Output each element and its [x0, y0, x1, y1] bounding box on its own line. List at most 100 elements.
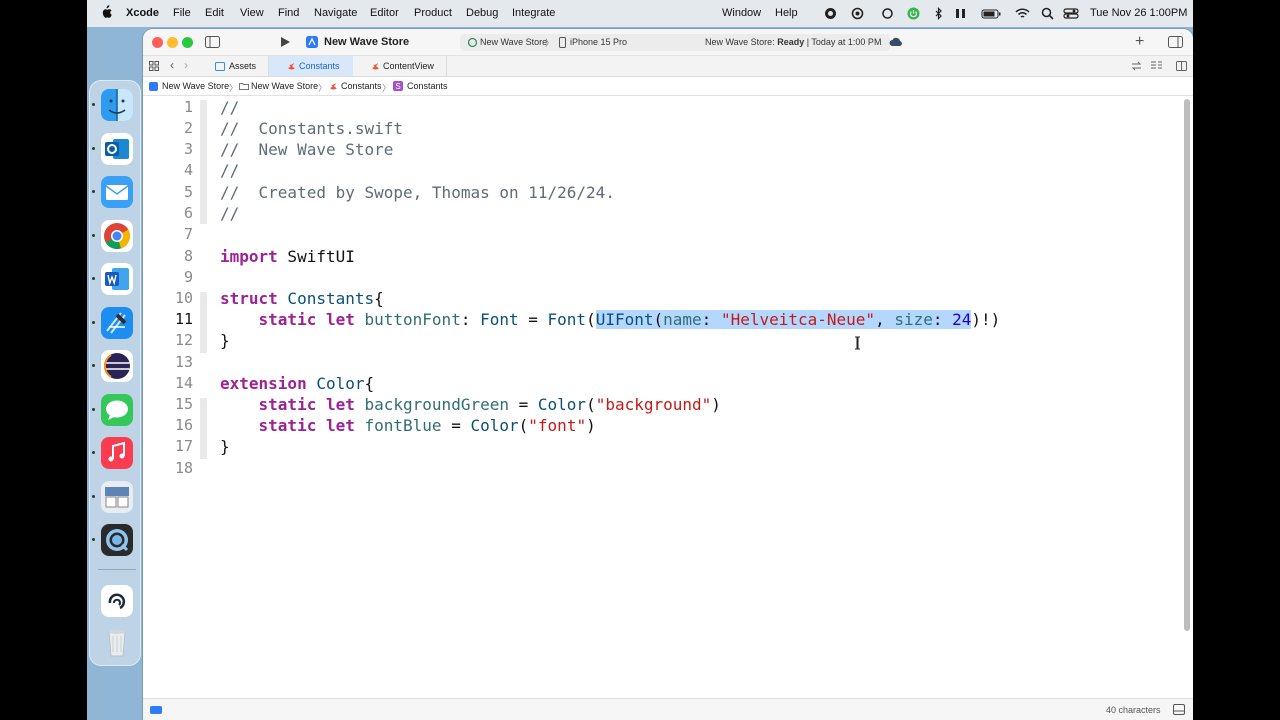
- related-items-icon[interactable]: [1131, 61, 1142, 71]
- eclipse-icon[interactable]: [101, 350, 133, 382]
- line-number[interactable]: 15: [143, 395, 193, 413]
- zoom-button[interactable]: [182, 37, 193, 48]
- mail-icon[interactable]: [101, 176, 133, 208]
- music-icon[interactable]: [101, 437, 133, 469]
- sync-icon[interactable]: [881, 7, 894, 20]
- word-icon[interactable]: [101, 263, 133, 295]
- line-number[interactable]: 17: [143, 437, 193, 455]
- menu-navigate[interactable]: Navigate: [314, 7, 357, 19]
- menu-help[interactable]: Help: [775, 7, 798, 19]
- menu-debug[interactable]: Debug: [466, 7, 498, 19]
- menu-integrate[interactable]: Integrate: [512, 7, 555, 19]
- code-line-4[interactable]: //: [220, 161, 239, 180]
- quicktime-icon[interactable]: [101, 524, 133, 556]
- menu-edit[interactable]: Edit: [205, 7, 224, 19]
- breadcrumb-symbol[interactable]: Constants: [407, 81, 448, 91]
- search-icon[interactable]: [1041, 7, 1054, 20]
- code-line-12[interactable]: }: [220, 331, 230, 350]
- code-line-2[interactable]: // Constants.swift: [220, 119, 403, 138]
- breadcrumb-file[interactable]: Constants: [341, 81, 382, 91]
- cloud-icon[interactable]: [889, 37, 903, 47]
- outlook-icon[interactable]: [101, 133, 133, 165]
- line-number[interactable]: 12: [143, 331, 193, 349]
- menu-editor[interactable]: Editor: [370, 7, 399, 19]
- line-number[interactable]: 13: [143, 353, 193, 371]
- code-line-15[interactable]: static let backgroundGreen = Color("back…: [220, 395, 721, 414]
- line-number[interactable]: 14: [143, 374, 193, 392]
- line-number[interactable]: 10: [143, 289, 193, 307]
- messages-icon[interactable]: [101, 394, 133, 426]
- finder-icon[interactable]: [101, 89, 133, 121]
- code-editor[interactable]: 1 2 3 4 5 6 7 8 9 10 11 12 13 14 15 16 17 18 // // Consta…: [143, 96, 1183, 696]
- battery-icon[interactable]: [981, 7, 1001, 20]
- menu-window[interactable]: Window: [722, 7, 761, 19]
- code-line-17[interactable]: }: [220, 437, 230, 456]
- tab-constants[interactable]: Constants: [269, 56, 353, 76]
- line-number[interactable]: 5: [143, 183, 193, 201]
- fold-ribbon[interactable]: [200, 292, 207, 353]
- record-icon[interactable]: [824, 7, 837, 20]
- add-icon[interactable]: +: [1135, 33, 1144, 51]
- tab-assets[interactable]: Assets: [201, 56, 269, 76]
- code-line-14[interactable]: extension Color{: [220, 374, 374, 393]
- code-line-1[interactable]: //: [220, 98, 239, 117]
- line-number[interactable]: 2: [143, 119, 193, 137]
- scheme-selector[interactable]: New Wave Store: [480, 37, 547, 47]
- line-number[interactable]: 3: [143, 140, 193, 158]
- code-line-5[interactable]: // Created by Swope, Thomas on 11/26/24.: [220, 183, 615, 202]
- line-number[interactable]: 7: [143, 225, 193, 243]
- code-line-10[interactable]: struct Constants{: [220, 289, 384, 308]
- menu-view[interactable]: View: [240, 7, 264, 19]
- breadcrumb-group[interactable]: New Wave Store: [251, 81, 318, 91]
- split-editor-icon[interactable]: [1176, 61, 1187, 71]
- menu-product[interactable]: Product: [414, 7, 452, 19]
- close-button[interactable]: [152, 37, 163, 48]
- fold-ribbon[interactable]: [200, 100, 207, 224]
- line-number[interactable]: 16: [143, 416, 193, 434]
- menu-app-name[interactable]: Xcode: [126, 7, 159, 19]
- line-number[interactable]: 9: [143, 268, 193, 286]
- power-icon[interactable]: [907, 7, 920, 20]
- line-number[interactable]: 4: [143, 161, 193, 179]
- chrome-icon[interactable]: [101, 220, 133, 252]
- wave-app-icon[interactable]: [101, 585, 133, 617]
- menubar-clock[interactable]: Tue Nov 26 1:00PM: [1090, 7, 1187, 19]
- control-center-icon[interactable]: [1063, 7, 1079, 20]
- debug-area-toggle-icon[interactable]: [150, 706, 162, 714]
- line-number[interactable]: 6: [143, 204, 193, 222]
- control-icon[interactable]: [954, 7, 967, 20]
- preview-icon[interactable]: [101, 481, 133, 513]
- code-line-16[interactable]: static let fontBlue = Color("font"): [220, 416, 596, 435]
- sidebar-toggle-icon[interactable]: [205, 36, 220, 48]
- line-number[interactable]: 1: [143, 98, 193, 116]
- fold-ribbon[interactable]: [200, 398, 207, 459]
- line-number[interactable]: 11: [143, 310, 193, 328]
- code-line-3[interactable]: // New Wave Store: [220, 140, 393, 159]
- minimize-button[interactable]: [167, 37, 178, 48]
- run-button[interactable]: [280, 36, 291, 48]
- grid-icon[interactable]: [149, 61, 159, 71]
- code-line-6[interactable]: //: [220, 204, 239, 223]
- wifi-icon[interactable]: [1015, 7, 1030, 20]
- text-selection[interactable]: UIFont(name: "Helveitca-Neue", size: 24: [595, 310, 972, 329]
- code-line-11[interactable]: static let buttonFont: Font = Font(UIFon…: [220, 310, 1000, 329]
- breadcrumb-project[interactable]: New Wave Store: [162, 81, 229, 91]
- creative-cloud-icon[interactable]: [851, 7, 864, 20]
- tab-contentview[interactable]: ContentView: [353, 56, 447, 76]
- menu-file[interactable]: File: [173, 7, 191, 19]
- forward-icon[interactable]: ›: [184, 58, 188, 72]
- back-icon[interactable]: ‹: [170, 58, 174, 72]
- line-number[interactable]: 18: [143, 459, 193, 477]
- line-number[interactable]: 8: [143, 247, 193, 265]
- trash-icon[interactable]: [101, 626, 133, 658]
- device-selector[interactable]: iPhone 15 Pro: [570, 37, 627, 47]
- editor-options-icon[interactable]: [1150, 61, 1163, 71]
- menu-find[interactable]: Find: [278, 7, 299, 19]
- vertical-scrollbar[interactable]: [1184, 99, 1190, 631]
- xcode-icon[interactable]: [101, 307, 133, 339]
- apple-icon[interactable]: [101, 5, 112, 19]
- panel-toggle-icon[interactable]: [1173, 704, 1185, 715]
- code-line-8[interactable]: import SwiftUI: [220, 247, 355, 266]
- bluetooth-icon[interactable]: [932, 7, 945, 20]
- inspector-toggle-icon[interactable]: [1168, 36, 1183, 48]
